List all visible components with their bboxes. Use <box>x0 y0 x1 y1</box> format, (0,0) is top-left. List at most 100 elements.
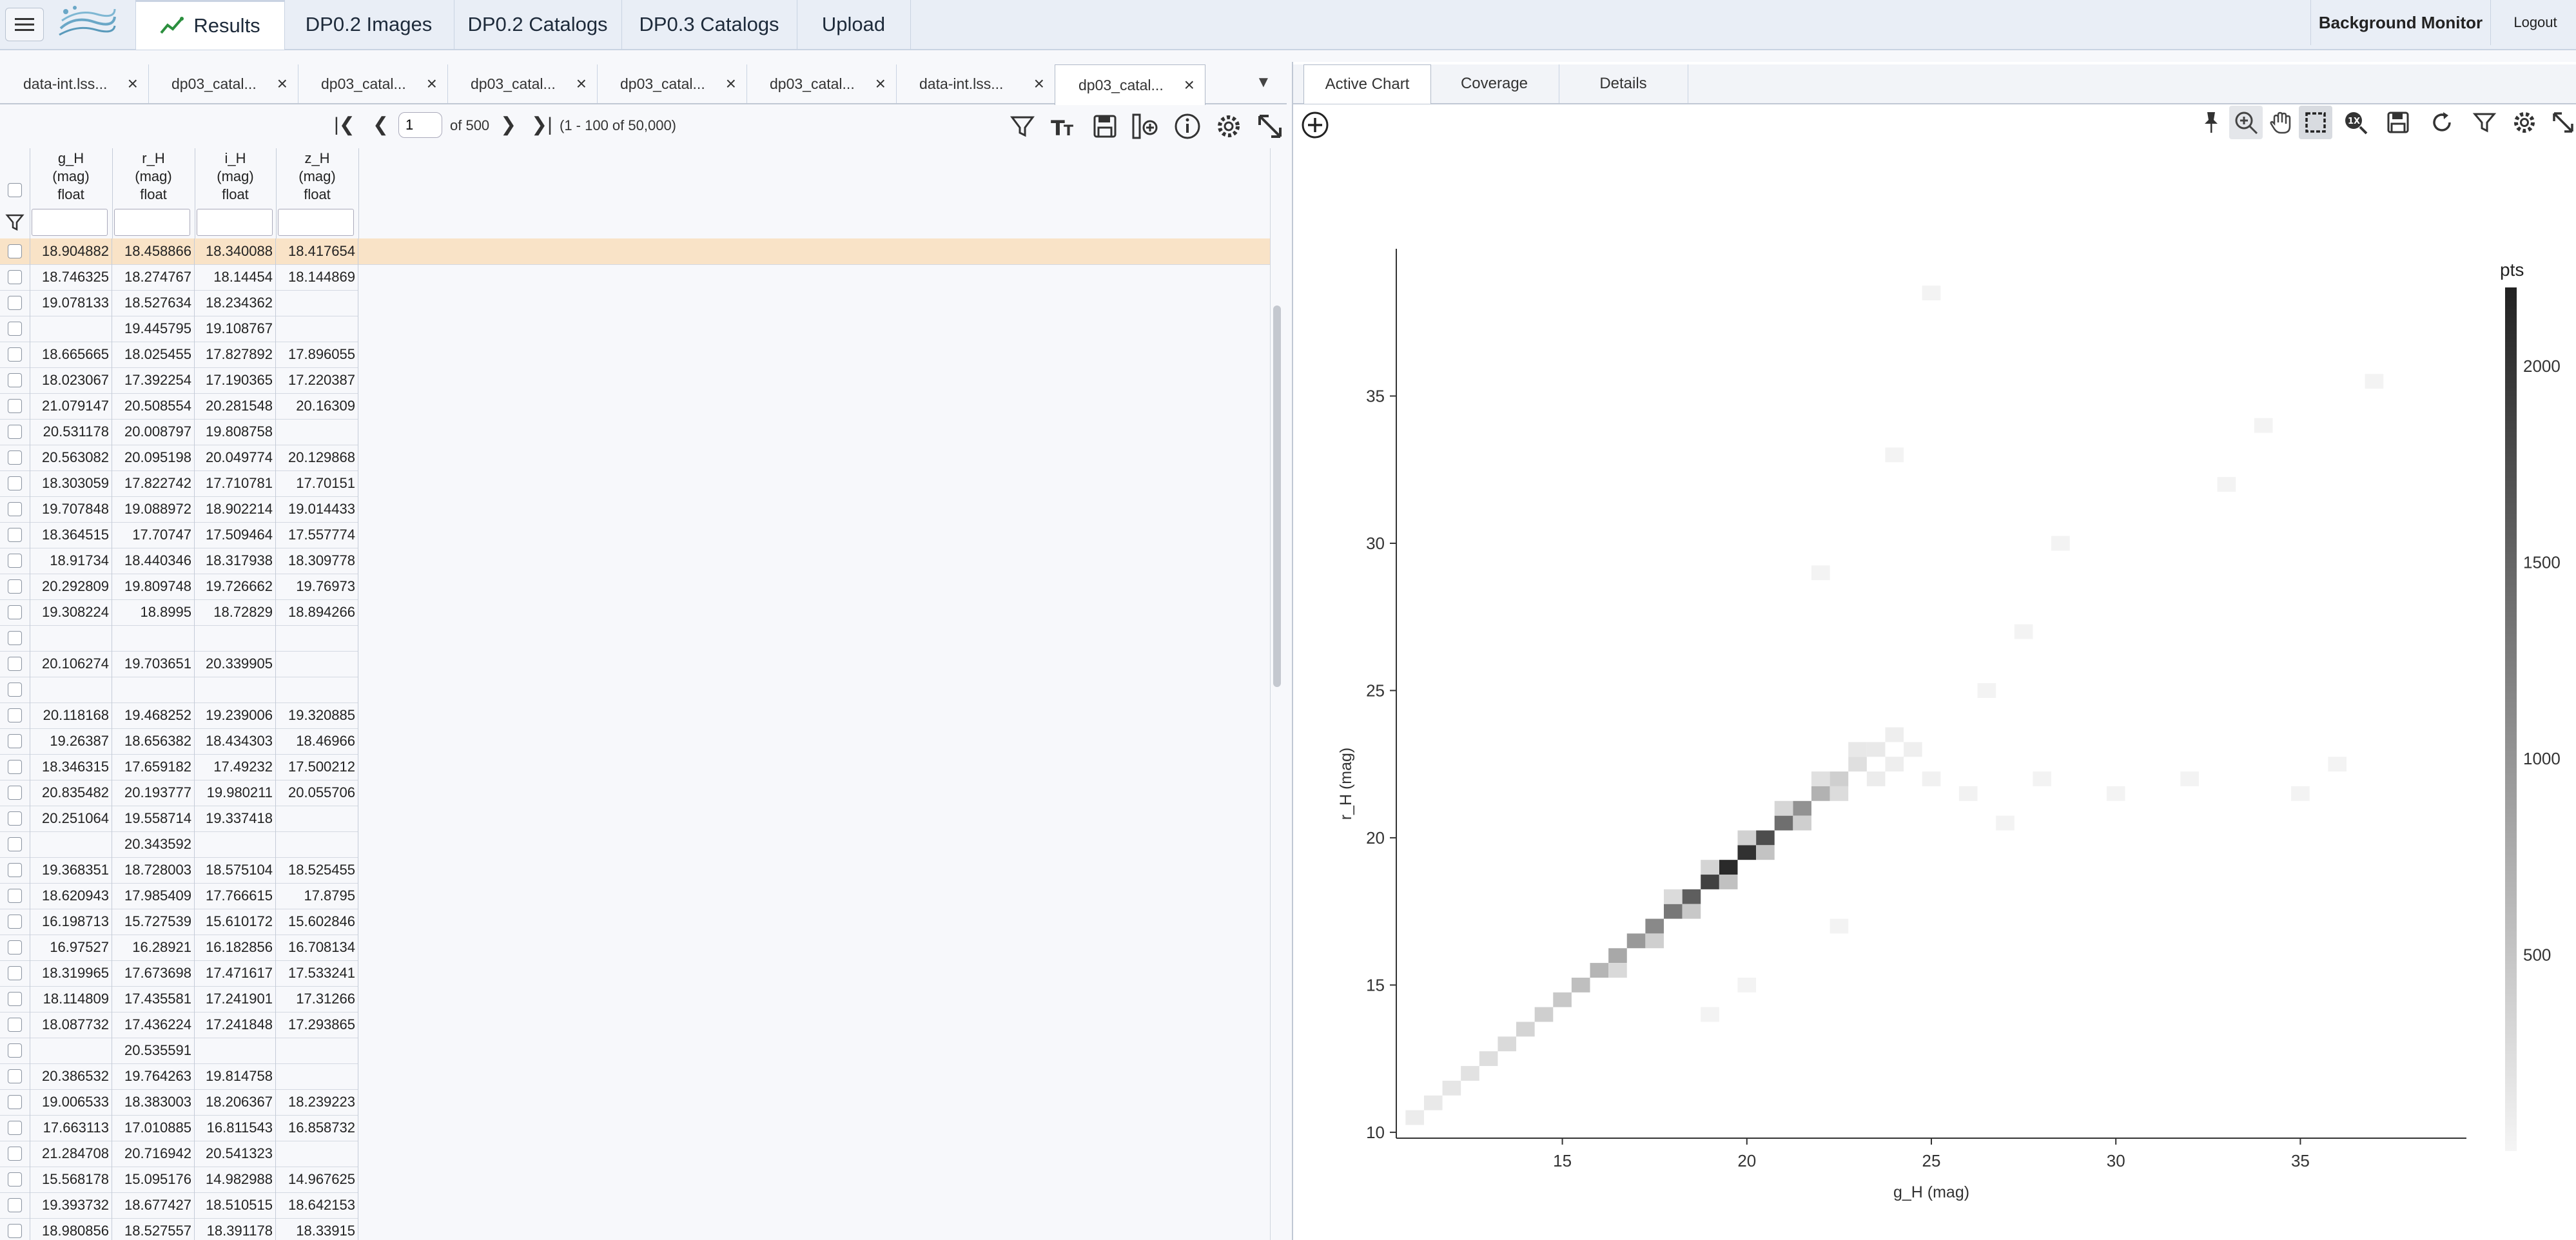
data-tab[interactable]: dp03_catal... × <box>447 64 598 103</box>
tab-coverage[interactable]: Coverage <box>1430 64 1559 103</box>
row-checkbox[interactable] <box>8 863 22 877</box>
next-page-icon[interactable]: ❯ <box>500 113 516 136</box>
table-row[interactable]: 16.97527 16.28921 16.182856 16.708134 <box>0 935 358 961</box>
row-checkbox[interactable] <box>8 708 22 722</box>
row-checkbox[interactable] <box>8 476 22 490</box>
row-checkbox[interactable] <box>8 1121 22 1135</box>
tab-dp02-images[interactable]: DP0.2 Images <box>284 0 454 49</box>
first-page-icon[interactable]: |❮ <box>334 113 355 136</box>
column-filter-icon[interactable] <box>5 213 24 232</box>
row-checkbox[interactable] <box>8 605 22 619</box>
data-tab[interactable]: data-int.lss... × <box>896 64 1055 103</box>
table-row[interactable]: 20.386532 19.764263 19.814758 <box>0 1063 358 1090</box>
table-row[interactable]: 19.393732 18.677427 18.510515 18.642153 <box>0 1192 358 1219</box>
row-checkbox[interactable] <box>8 837 22 851</box>
row-checkbox[interactable] <box>8 811 22 826</box>
row-checkbox[interactable] <box>8 399 22 413</box>
table-row[interactable]: 20.343592 <box>0 831 358 858</box>
row-checkbox[interactable] <box>8 683 22 697</box>
column-header-z-h[interactable]: z_H (mag) float <box>276 148 359 239</box>
column-header-i-h[interactable]: i_H (mag) float <box>195 148 277 239</box>
save-chart-icon[interactable] <box>2381 106 2415 139</box>
table-row[interactable] <box>0 677 358 703</box>
zoom-in-icon[interactable] <box>2229 106 2263 139</box>
prev-page-icon[interactable]: ❮ <box>373 113 389 136</box>
close-tab-icon[interactable]: × <box>128 73 138 94</box>
save-icon[interactable] <box>1089 111 1120 142</box>
row-checkbox[interactable] <box>8 1043 22 1058</box>
table-row[interactable]: 19.308224 18.8995 18.72829 18.894266 <box>0 599 358 626</box>
table-row[interactable]: 18.087732 17.436224 17.241848 17.293865 <box>0 1012 358 1038</box>
tab-upload[interactable]: Upload <box>797 0 911 49</box>
table-row[interactable]: 19.707848 19.088972 18.902214 19.014433 <box>0 496 358 523</box>
chart-settings-gear-icon[interactable] <box>2508 106 2541 139</box>
row-checkbox[interactable] <box>8 631 22 645</box>
close-tab-icon[interactable]: × <box>277 73 288 94</box>
table-row[interactable]: 18.319965 17.673698 17.471617 17.533241 <box>0 960 358 987</box>
data-tab[interactable]: data-int.lss... × <box>0 64 149 103</box>
data-tab[interactable]: dp03_catal... × <box>148 64 298 103</box>
table-row[interactable]: 16.198713 15.727539 15.610172 15.602846 <box>0 909 358 935</box>
pan-hand-icon[interactable] <box>2264 106 2298 139</box>
column-header-r-h[interactable]: r_H (mag) float <box>112 148 195 239</box>
pin-icon[interactable] <box>2194 106 2228 139</box>
table-row[interactable]: 19.26387 18.656382 18.434303 18.46966 <box>0 728 358 755</box>
table-row[interactable]: 19.078133 18.527634 18.234362 <box>0 290 358 316</box>
table-row[interactable]: 15.568178 15.095176 14.982988 14.967625 <box>0 1167 358 1193</box>
row-checkbox[interactable] <box>8 992 22 1006</box>
close-tab-icon[interactable]: × <box>576 73 587 94</box>
table-row[interactable]: 20.251064 19.558714 19.337418 <box>0 806 358 832</box>
table-row[interactable]: 20.292809 19.809748 19.726662 19.76973 <box>0 574 358 600</box>
table-row[interactable]: 20.118168 19.468252 19.239006 19.320885 <box>0 702 358 729</box>
row-checkbox[interactable] <box>8 889 22 903</box>
row-checkbox[interactable] <box>8 1069 22 1083</box>
row-checkbox[interactable] <box>8 579 22 594</box>
add-column-icon[interactable] <box>1131 111 1162 142</box>
table-row[interactable]: 18.620943 17.985409 17.766615 17.8795 <box>0 883 358 909</box>
row-checkbox[interactable] <box>8 1018 22 1032</box>
data-tab[interactable]: dp03_catal... × <box>1055 64 1205 105</box>
table-vertical-scrollbar[interactable] <box>1270 148 1285 1240</box>
table-row[interactable]: 18.114809 17.435581 17.241901 17.31266 <box>0 986 358 1012</box>
chart-expand-icon[interactable] <box>2546 106 2576 139</box>
column-filter-input[interactable] <box>114 209 190 236</box>
row-checkbox[interactable] <box>8 296 22 310</box>
close-tab-icon[interactable]: × <box>1034 73 1044 94</box>
tab-results[interactable]: Results <box>135 0 285 50</box>
data-tab[interactable]: dp03_catal... × <box>298 64 448 103</box>
data-tab[interactable]: dp03_catal... × <box>597 64 747 103</box>
column-header-g-h[interactable]: g_H (mag) float <box>30 148 113 239</box>
row-checkbox[interactable] <box>8 1172 22 1187</box>
table-row[interactable]: 20.106274 19.703651 20.339905 <box>0 651 358 677</box>
close-tab-icon[interactable]: × <box>427 73 437 94</box>
expand-icon[interactable] <box>1254 111 1285 142</box>
select-all-checkbox[interactable] <box>8 183 22 197</box>
row-checkbox[interactable] <box>8 657 22 671</box>
page-number-input[interactable] <box>398 112 442 138</box>
table-row[interactable]: 19.445795 19.108767 <box>0 316 358 342</box>
row-checkbox[interactable] <box>8 322 22 336</box>
row-checkbox[interactable] <box>8 502 22 516</box>
table-row[interactable]: 21.079147 20.508554 20.281548 20.16309 <box>0 393 358 420</box>
add-chart-icon[interactable] <box>1300 110 1331 140</box>
close-tab-icon[interactable]: × <box>875 73 886 94</box>
table-row[interactable]: 19.368351 18.728003 18.575104 18.525455 <box>0 857 358 884</box>
row-checkbox[interactable] <box>8 450 22 465</box>
settings-gear-icon[interactable] <box>1213 111 1244 142</box>
filter-icon[interactable] <box>1007 111 1038 142</box>
close-tab-icon[interactable]: × <box>726 73 736 94</box>
last-page-icon[interactable]: ❯| <box>531 113 552 136</box>
row-checkbox[interactable] <box>8 786 22 800</box>
tab-details[interactable]: Details <box>1559 64 1688 103</box>
table-row[interactable]: 21.284708 20.716942 20.541323 <box>0 1141 358 1167</box>
row-checkbox[interactable] <box>8 1198 22 1212</box>
hamburger-menu-button[interactable] <box>5 8 44 41</box>
row-checkbox[interactable] <box>8 915 22 929</box>
info-icon[interactable] <box>1172 111 1203 142</box>
table-row[interactable]: 20.531178 20.008797 19.808758 <box>0 419 358 445</box>
select-box-icon[interactable] <box>2299 106 2332 139</box>
table-row[interactable]: 18.303059 17.822742 17.710781 17.70151 <box>0 470 358 497</box>
row-checkbox[interactable] <box>8 270 22 284</box>
row-checkbox[interactable] <box>8 966 22 980</box>
table-row[interactable]: 18.023067 17.392254 17.190365 17.220387 <box>0 367 358 394</box>
